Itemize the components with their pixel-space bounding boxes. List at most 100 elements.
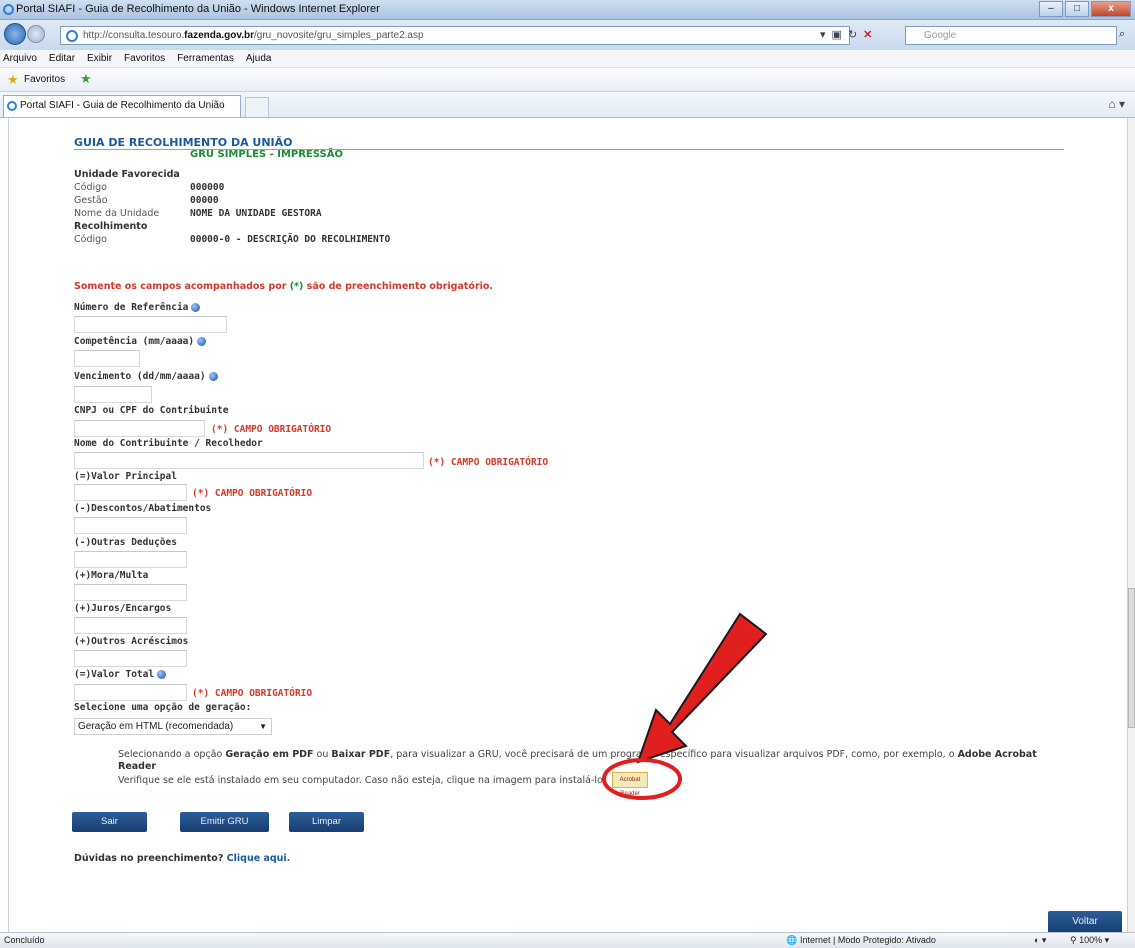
nome-unidade-label: Nome da Unidade [74,208,160,219]
favorites-star-icon[interactable]: ★ [7,72,19,88]
add-favorite-icon[interactable]: ★ [80,71,92,87]
mora-multa-label: (+)Mora/Multa [74,570,149,581]
codigo-label: Código [74,182,107,193]
clique-aqui-link[interactable]: Clique aqui. [227,853,291,864]
geracao-label: Selecione uma opção de geração: [74,702,252,713]
page-icon [66,30,78,42]
required-label: (*) CAMPO OBRIGATÓRIO [211,424,332,435]
arrow-shape [636,612,768,764]
window-title: Portal SIAFI - Guia de Recolhimento da U… [16,3,380,15]
menu-editar[interactable]: Editar [49,50,75,67]
menu-arquivo[interactable]: Arquivo [3,50,37,67]
codigo-value: 000000 [190,182,225,193]
search-input[interactable]: Google [905,26,1117,45]
competencia-input[interactable] [74,350,140,367]
voltar-button[interactable]: Voltar [1048,911,1122,933]
pdf-info-line2: Reader [118,761,157,772]
rec-codigo-value: 00000-0 - DESCRIÇÃO DO RECOLHIMENTO [190,234,391,245]
emitir-gru-button[interactable]: Emitir GRU [180,812,269,832]
minimize-icon[interactable]: – [1039,1,1063,17]
outras-deducoes-input[interactable] [74,551,187,568]
status-bar: Concluído 🌐 Internet | Modo Protegido: A… [0,932,1135,948]
vencimento-input[interactable] [74,386,152,403]
cnpj-cpf-input[interactable] [74,420,205,437]
competencia-label: Competência (mm/aaaa) [74,336,207,347]
new-tab-button[interactable] [245,97,269,117]
scrollbar-thumb[interactable] [1128,588,1135,728]
highlight-circle [602,758,682,800]
chevron-down-icon: ▼ [259,722,267,731]
valor-principal-input[interactable] [74,484,187,501]
nome-unidade-value: NOME DA UNIDADE GESTORA [190,208,322,219]
unidade-header: Unidade Favorecida [74,169,180,180]
favorites-bar: ★ Favoritos ★ [0,68,1135,92]
favorites-button[interactable]: Favoritos [24,74,65,85]
globe-icon: 🌐 [786,935,798,945]
pdf-info-line1: Selecionando a opção Geração em PDF ou B… [118,749,1037,760]
numero-referencia-input[interactable] [74,316,227,333]
address-toolbar: http://consulta.tesouro.fazenda.gov.br/g… [0,20,1135,50]
required-label: (*) CAMPO OBRIGATÓRIO [192,688,313,699]
search-icon[interactable]: ⌕ [1119,28,1125,41]
juros-input[interactable] [74,617,187,634]
info-icon[interactable] [191,303,201,312]
valor-total-label: (=)Valor Total [74,669,167,680]
pdf-info-line3: Verifique se ele está instalado em seu c… [118,775,606,786]
required-label: (*) CAMPO OBRIGATÓRIO [428,457,549,468]
forward-button[interactable] [27,25,45,43]
valor-total-input[interactable] [74,684,187,701]
juros-label: (+)Juros/Encargos [74,603,172,614]
window-titlebar: Portal SIAFI - Guia de Recolhimento da U… [0,0,1135,20]
url-field[interactable]: http://consulta.tesouro.fazenda.gov.br/g… [60,26,850,45]
menu-ajuda[interactable]: Ajuda [246,50,272,67]
vencimento-label: Vencimento (dd/mm/aaaa) [74,371,218,382]
tab-bar: Portal SIAFI - Guia de Recolhimento da U… [0,92,1135,118]
nome-contribuinte-label: Nome do Contribuinte / Recolhedor [74,438,263,449]
menu-ferramentas[interactable]: Ferramentas [177,50,234,67]
menu-exibir[interactable]: Exibir [87,50,112,67]
info-icon[interactable] [208,372,218,381]
gestao-value: 00000 [190,195,219,206]
back-button[interactable] [4,23,26,45]
menu-favoritos[interactable]: Favoritos [124,50,165,67]
maximize-icon[interactable]: □ [1065,1,1089,17]
protected-mode-icon[interactable]: ◐ ▾ [1034,935,1046,946]
gestao-label: Gestão [74,195,108,206]
valor-principal-label: (=)Valor Principal [74,471,177,482]
required-label: (*) CAMPO OBRIGATÓRIO [192,488,313,499]
window-controls: – □ x [1037,1,1131,17]
compatibility-icon[interactable]: ▣ [832,28,842,41]
limpar-button[interactable]: Limpar [289,812,364,832]
sair-button[interactable]: Sair [72,812,147,832]
descontos-input[interactable] [74,517,187,534]
info-icon[interactable] [157,670,167,679]
stop-icon[interactable]: ✕ [863,28,872,41]
rec-codigo-label: Código [74,234,107,245]
outros-acrescimos-input[interactable] [74,650,187,667]
vertical-scrollbar[interactable] [1127,118,1135,932]
annotation-arrow [602,612,768,800]
info-icon[interactable] [197,337,207,346]
menu-bar: Arquivo Editar Exibir Favoritos Ferramen… [0,50,1135,68]
zoom-level[interactable]: ⚲ 100% ▾ [1070,935,1109,946]
geracao-select[interactable]: Geração em HTML (recomendada) ▼ [74,718,272,735]
outras-deducoes-label: (-)Outras Deduções [74,537,177,548]
tab-active[interactable]: Portal SIAFI - Guia de Recolhimento da U… [3,95,241,117]
outros-acrescimos-label: (+)Outros Acréscimos [74,636,189,647]
zone-text: Internet | Modo Protegido: Ativado [800,935,936,945]
mora-multa-input[interactable] [74,584,187,601]
required-warning: Somente os campos acompanhados por (*) s… [74,281,494,292]
page-subtitle: GRU SIMPLES - IMPRESSÃO [190,149,343,160]
refresh-icon[interactable]: ↻ [848,28,857,41]
tab-ie-icon [7,101,17,111]
nome-contribuinte-input[interactable] [74,452,424,469]
numero-referencia-label: Número de Referência [74,302,201,313]
tab-title: Portal SIAFI - Guia de Recolhimento da U… [20,100,225,111]
dropdown-icon[interactable]: ▾ [820,28,826,41]
address-actions: ▾ ▣ ↻ ✕ [820,28,872,41]
close-icon[interactable]: x [1091,1,1131,17]
home-icon[interactable]: ⌂ ▾ [1108,97,1125,111]
page-title: GUIA DE RECOLHIMENTO DA UNIÃO [74,136,293,149]
descontos-label: (-)Descontos/Abatimentos [74,503,212,514]
cnpj-cpf-label: CNPJ ou CPF do Contribuinte [74,405,229,416]
